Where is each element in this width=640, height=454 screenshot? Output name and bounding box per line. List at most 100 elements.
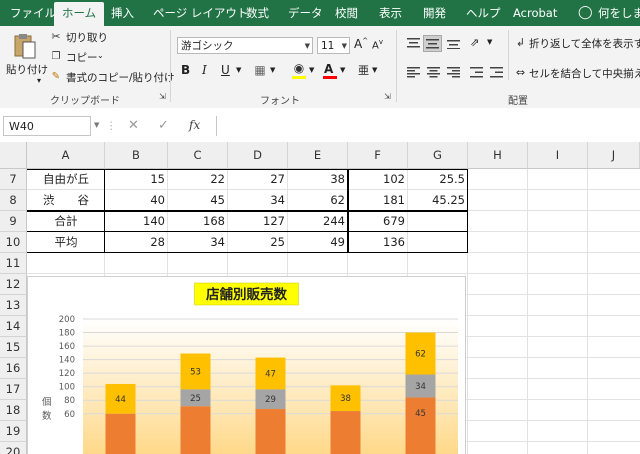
- row-header-7[interactable]: 7: [0, 169, 27, 190]
- insert-function-button[interactable]: fx: [189, 118, 200, 132]
- cell-c10[interactable]: 34: [168, 232, 228, 253]
- underline-button[interactable]: U: [221, 63, 230, 77]
- tell-me-search[interactable]: 何をします: [598, 0, 640, 26]
- select-all-corner[interactable]: [0, 142, 27, 169]
- merge-center-button[interactable]: セルを結合して中央揃え: [529, 66, 640, 81]
- cell-g7[interactable]: 25.5: [408, 169, 468, 190]
- enter-icon[interactable]: ✓: [158, 118, 169, 133]
- paste-button[interactable]: 貼り付け: [6, 62, 48, 77]
- cell-b9[interactable]: 140: [105, 211, 168, 232]
- decrease-indent-icon[interactable]: [468, 64, 485, 81]
- column-header-g[interactable]: G: [408, 142, 468, 169]
- increase-font-icon[interactable]: A^: [354, 37, 368, 51]
- row-header-10[interactable]: 10: [0, 232, 27, 253]
- tab-review[interactable]: 校閲: [335, 0, 358, 26]
- cell-c9[interactable]: 168: [168, 211, 228, 232]
- lightbulb-icon[interactable]: ◯: [578, 0, 593, 26]
- font-launcher-icon[interactable]: ⇲: [384, 92, 391, 101]
- cell-a9[interactable]: 合計: [27, 211, 105, 232]
- underline-dropdown-icon[interactable]: ▼: [236, 66, 241, 74]
- borders-icon[interactable]: ▦: [253, 63, 267, 77]
- column-header-d[interactable]: D: [228, 142, 288, 169]
- paste-icon[interactable]: [12, 32, 38, 60]
- fill-color-dropdown-icon[interactable]: ▼: [309, 66, 314, 74]
- increase-indent-icon[interactable]: [488, 64, 505, 81]
- cell-e10[interactable]: 49: [288, 232, 348, 253]
- format-painter-button[interactable]: 書式のコピー/貼り付け: [66, 70, 175, 85]
- row-header-18[interactable]: 18: [0, 400, 27, 421]
- row-header-13[interactable]: 13: [0, 295, 27, 316]
- phonetic-guide-icon[interactable]: 亜: [358, 62, 369, 78]
- tab-page-layout[interactable]: ページ レイアウト: [153, 0, 248, 26]
- decrease-font-icon[interactable]: Av: [372, 38, 383, 51]
- tab-developer[interactable]: 開発: [423, 0, 446, 26]
- worksheet-grid[interactable]: A B C D E F G H I J 7 8 9 10 11 12 13 14…: [0, 142, 640, 454]
- row-header-20[interactable]: 20: [0, 442, 27, 454]
- align-center-icon[interactable]: [425, 64, 442, 81]
- wrap-text-icon[interactable]: ↲: [514, 35, 527, 49]
- paste-dropdown-icon[interactable]: ▾: [37, 76, 41, 85]
- orientation-icon[interactable]: ⇗: [470, 36, 479, 49]
- fill-color-icon[interactable]: ◉: [292, 61, 306, 75]
- merge-center-icon[interactable]: ⇔: [514, 65, 527, 79]
- align-bottom-icon[interactable]: [445, 35, 462, 52]
- font-color-icon[interactable]: A: [324, 62, 333, 76]
- font-color-dropdown-icon[interactable]: ▼: [340, 66, 345, 74]
- tab-home[interactable]: ホーム: [54, 2, 105, 26]
- tab-view[interactable]: 表示: [379, 0, 402, 26]
- cell-a8[interactable]: 渋 谷: [27, 190, 105, 211]
- cell-e9[interactable]: 244: [288, 211, 348, 232]
- column-header-h[interactable]: H: [468, 142, 528, 169]
- column-header-b[interactable]: B: [105, 142, 168, 169]
- column-header-f[interactable]: F: [348, 142, 408, 169]
- tab-help[interactable]: ヘルプ: [466, 0, 501, 26]
- cell-c7[interactable]: 22: [168, 169, 228, 190]
- column-header-c[interactable]: C: [168, 142, 228, 169]
- cell-d7[interactable]: 27: [228, 169, 288, 190]
- name-box-dropdown-icon[interactable]: ▼: [94, 121, 99, 129]
- row-header-8[interactable]: 8: [0, 190, 27, 211]
- column-header-i[interactable]: I: [528, 142, 588, 169]
- cell-b7[interactable]: 15: [105, 169, 168, 190]
- copy-dropdown-icon[interactable]: ⌄: [97, 51, 104, 60]
- wrap-text-button[interactable]: 折り返して全体を表示する: [529, 36, 640, 51]
- cell-a7[interactable]: 自由が丘: [27, 169, 105, 190]
- formula-input[interactable]: [216, 116, 640, 136]
- row-header-9[interactable]: 9: [0, 211, 27, 232]
- tab-formulas[interactable]: 数式: [246, 0, 269, 26]
- row-header-16[interactable]: 16: [0, 358, 27, 379]
- bold-button[interactable]: B: [181, 63, 190, 77]
- borders-dropdown-icon[interactable]: ▼: [270, 66, 275, 74]
- phonetic-dropdown-icon[interactable]: ▼: [372, 66, 377, 74]
- align-left-icon[interactable]: [405, 64, 422, 81]
- cancel-icon[interactable]: ✕: [128, 118, 139, 133]
- tab-acrobat[interactable]: Acrobat: [513, 0, 557, 26]
- cell-d10[interactable]: 25: [228, 232, 288, 253]
- copy-icon[interactable]: ❐: [50, 50, 62, 62]
- cell-e7[interactable]: 38: [288, 169, 348, 190]
- orientation-dropdown-icon[interactable]: ▼: [487, 38, 492, 46]
- cell-b10[interactable]: 28: [105, 232, 168, 253]
- clipboard-launcher-icon[interactable]: ⇲: [159, 92, 166, 101]
- name-box[interactable]: W40: [3, 116, 91, 136]
- row-header-19[interactable]: 19: [0, 421, 27, 442]
- font-name-dropdown[interactable]: 游ゴシック ▼: [177, 37, 313, 54]
- format-painter-icon[interactable]: ✎: [50, 70, 62, 82]
- row-header-11[interactable]: 11: [0, 253, 27, 274]
- row-header-14[interactable]: 14: [0, 316, 27, 337]
- cell-f9[interactable]: 679: [348, 211, 408, 232]
- italic-button[interactable]: I: [202, 63, 207, 77]
- cell-f7[interactable]: 102: [348, 169, 408, 190]
- cell-g8[interactable]: 45.25: [408, 190, 468, 211]
- cut-button[interactable]: 切り取り: [66, 30, 108, 45]
- chart-object[interactable]: 60 80 100 120 140 160 180 200 個数 店舗別販売数 44 53 25 47 29…: [27, 276, 466, 454]
- align-top-icon[interactable]: [405, 35, 422, 52]
- tab-file[interactable]: ファイル: [10, 0, 56, 26]
- copy-button[interactable]: コピー: [66, 50, 98, 65]
- column-header-e[interactable]: E: [288, 142, 348, 169]
- font-size-dropdown[interactable]: 11 ▼: [317, 37, 350, 54]
- row-header-17[interactable]: 17: [0, 379, 27, 400]
- align-right-icon[interactable]: [445, 64, 462, 81]
- cell-d8[interactable]: 34: [228, 190, 288, 211]
- tab-insert[interactable]: 挿入: [111, 0, 134, 26]
